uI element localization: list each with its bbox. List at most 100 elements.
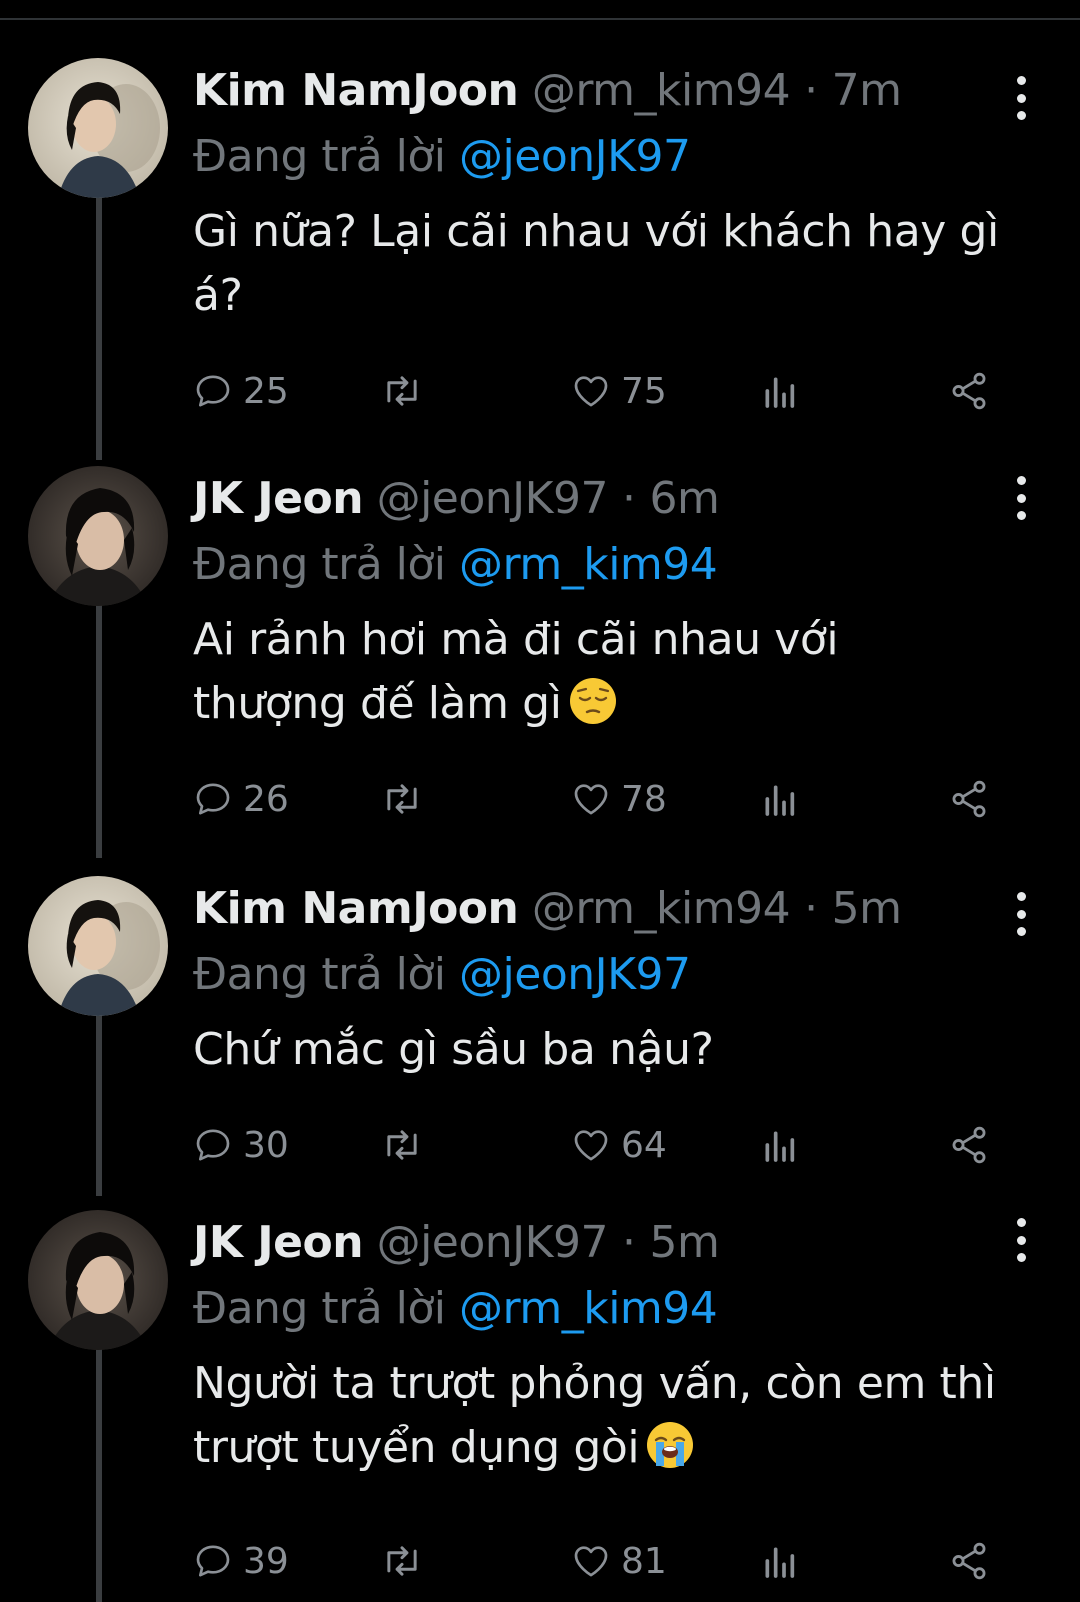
display-name[interactable]: Kim NamJoon [193,883,519,934]
top-divider [0,18,1080,20]
timestamp[interactable]: 5m [649,1217,719,1268]
avatar[interactable] [28,466,168,606]
replying-to-label: Đang trả lời [193,949,446,1000]
like-count: 64 [621,1124,667,1166]
heart-icon [574,376,608,407]
separator: · [804,883,818,934]
user-handle[interactable]: @jeonJK97 [377,1217,609,1268]
display-name[interactable]: Kim NamJoon [193,65,519,116]
thread-line [96,1000,102,1196]
reply-count: 30 [243,1124,289,1166]
retweet-icon [387,1130,417,1160]
user-handle[interactable]: @rm_kim94 [532,65,791,116]
retweet-button[interactable] [379,366,425,416]
avatar[interactable] [28,876,168,1016]
retweet-button[interactable] [379,1536,425,1586]
tweet-header: JK Jeon @jeonJK97 · 6m [193,466,1020,532]
replying-to: Đang trả lời @jeonJK97 [193,942,1020,1008]
share-icon [952,1126,986,1164]
reply-count: 26 [243,778,289,820]
like-button[interactable]: 64 [571,1120,667,1170]
display-name[interactable]: JK Jeon [193,1217,364,1268]
reply-button[interactable]: 25 [193,366,289,416]
timestamp[interactable]: 7m [832,65,902,116]
timestamp[interactable]: 5m [832,883,902,934]
tweet-text: Người ta trượt phỏng vấn, còn em thì trư… [193,1352,1023,1488]
like-count: 75 [621,370,667,412]
replying-to: Đang trả lời @rm_kim94 [193,1276,1020,1342]
like-count: 81 [621,1540,667,1582]
share-button[interactable] [948,774,990,824]
replying-to-label: Đang trả lời [193,539,446,590]
tweet-content: JK Jeon @jeonJK97 · 6m Đang trả lời @rm_ki… [193,466,1020,744]
retweet-icon [387,784,417,814]
replying-to-handle[interactable]: @rm_kim94 [459,1283,718,1334]
like-button[interactable]: 81 [571,1536,667,1586]
reply-icon [196,1545,230,1577]
replying-to-label: Đang trả lời [193,1283,446,1334]
retweet-icon [387,376,417,406]
pensive-face-emoji [568,676,618,744]
thread-line [96,600,102,858]
reply-button[interactable]: 30 [193,1120,289,1170]
more-options-icon[interactable] [1009,1218,1033,1262]
separator: · [621,1217,636,1268]
views-button[interactable] [761,1536,797,1586]
user-handle[interactable]: @rm_kim94 [532,883,791,934]
tweet-text: Gì nữa? Lại cãi nhau với khách hay gì á? [193,206,999,321]
reply-icon [196,375,230,407]
display-name[interactable]: JK Jeon [193,473,364,524]
tweet-actions: 25 75 [193,366,1033,416]
retweet-icon [387,1546,417,1576]
views-button[interactable] [761,774,797,824]
replying-to-handle[interactable]: @jeonJK97 [459,949,691,1000]
views-icon [765,1131,795,1162]
share-icon [952,780,986,818]
replying-to-handle[interactable]: @rm_kim94 [459,539,718,590]
heart-icon [574,784,608,815]
replying-to-label: Đang trả lời [193,131,446,182]
tweet-text-content: Người ta trượt phỏng vấn, còn em thì trư… [193,1358,996,1473]
separator: · [621,473,636,524]
more-options-icon[interactable] [1009,476,1033,520]
like-button[interactable]: 75 [571,366,667,416]
tweet-actions: 26 78 [193,774,1033,824]
views-icon [765,785,795,816]
avatar[interactable] [28,1210,168,1350]
separator: · [804,65,818,116]
retweet-button[interactable] [379,774,425,824]
timestamp[interactable]: 6m [649,473,719,524]
tweet-header: Kim NamJoon @rm_kim94 · 7m [193,58,1020,124]
tweet-text: Ai rảnh hơi mà đi cãi nhau với thượng đế… [193,608,893,744]
thread-line [96,198,102,460]
replying-to-handle[interactable]: @jeonJK97 [459,131,691,182]
tweet-actions: 30 64 [193,1120,1033,1170]
reply-count: 25 [243,370,289,412]
tweet-header: Kim NamJoon @rm_kim94 · 5m [193,876,1020,942]
tweet-content: Kim NamJoon @rm_kim94 · 7m Đang trả lời @j… [193,58,1020,328]
views-button[interactable] [761,366,797,416]
replying-to: Đang trả lời @jeonJK97 [193,124,1020,190]
more-options-icon[interactable] [1009,76,1033,120]
like-count: 78 [621,778,667,820]
share-button[interactable] [948,1536,990,1586]
share-button[interactable] [948,1120,990,1170]
thread-line [96,1336,102,1602]
share-button[interactable] [948,366,990,416]
avatar[interactable] [28,58,168,198]
views-icon [765,1547,795,1578]
share-icon [952,1542,986,1580]
more-options-icon[interactable] [1009,892,1033,936]
tweet-content: JK Jeon @jeonJK97 · 5m Đang trả lời @rm_ki… [193,1210,1020,1488]
heart-icon [574,1546,608,1577]
views-button[interactable] [761,1120,797,1170]
loudly-crying-face-emoji [645,1420,695,1488]
tweet-text: Chứ mắc gì sầu ba nậu? [193,1024,714,1075]
views-icon [765,377,795,408]
retweet-button[interactable] [379,1120,425,1170]
reply-button[interactable]: 39 [193,1536,289,1586]
user-handle[interactable]: @jeonJK97 [377,473,609,524]
like-button[interactable]: 78 [571,774,667,824]
tweet-text-content: Ai rảnh hơi mà đi cãi nhau với thượng đế… [193,614,839,729]
reply-button[interactable]: 26 [193,774,289,824]
